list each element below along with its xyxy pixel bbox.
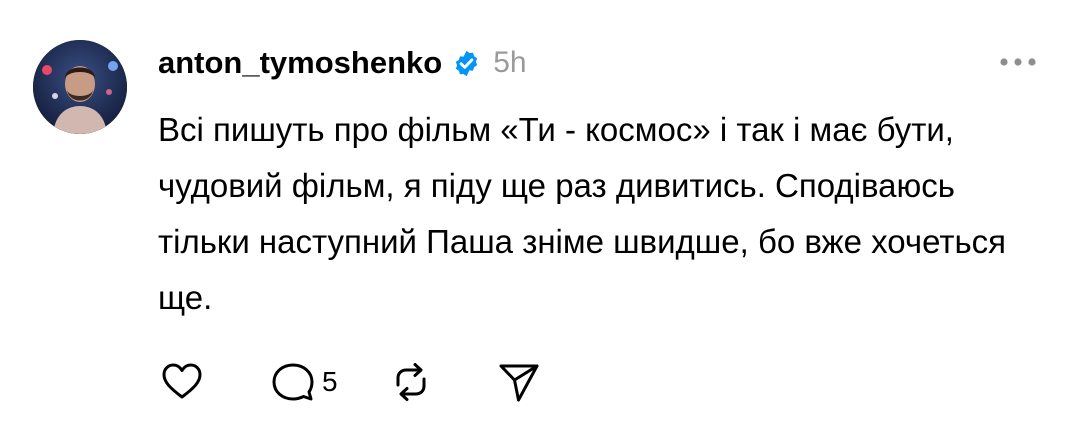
like-button[interactable] (158, 358, 206, 406)
post-text: Всі пишуть про фільм «Ти - космос» і так… (158, 111, 1007, 316)
post-time: 5h (493, 46, 527, 79)
username[interactable]: anton_tymoshenko (158, 45, 442, 81)
comment-icon (272, 363, 314, 401)
thread-post: anton_tymoshenko 5h Всі пишуть про фільм… (0, 0, 1080, 439)
post-header: anton_tymoshenko 5h (158, 40, 527, 86)
send-icon (499, 364, 539, 402)
heart-icon (162, 363, 202, 399)
reply-button[interactable]: 5 (270, 358, 338, 406)
verified-badge-icon (452, 49, 481, 78)
reply-count: 5 (322, 366, 338, 397)
share-button[interactable] (496, 358, 542, 406)
repost-icon (396, 363, 426, 401)
action-bar: 5 (158, 358, 542, 406)
repost-button[interactable] (388, 358, 434, 406)
avatar[interactable] (33, 40, 127, 134)
avatar-image (33, 40, 127, 134)
more-options-icon[interactable] (996, 52, 1040, 72)
